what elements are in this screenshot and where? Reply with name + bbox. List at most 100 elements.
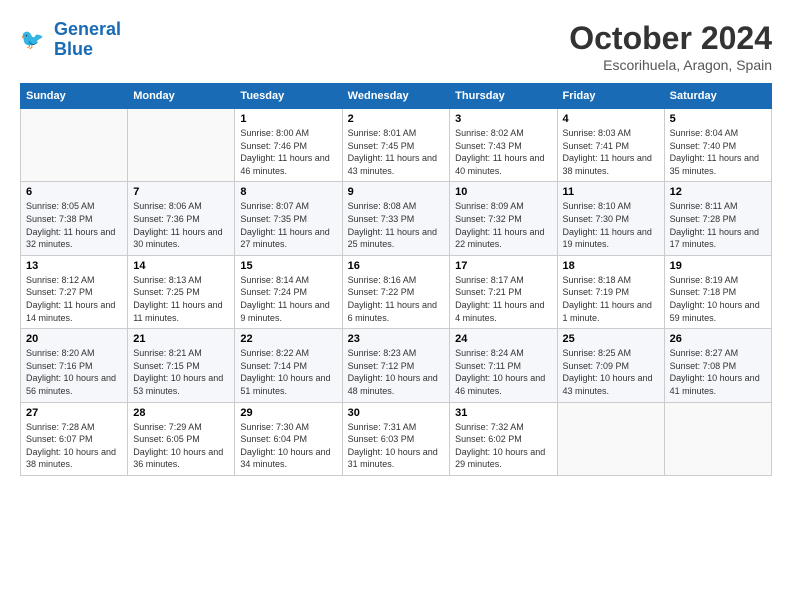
calendar-cell: 12Sunrise: 8:11 AMSunset: 7:28 PMDayligh…: [664, 182, 771, 255]
day-number: 2: [348, 113, 445, 125]
day-number: 9: [348, 186, 445, 198]
calendar-cell: 27 Sunrise: 7:28 AMSunset: 6:07 PMDayligh…: [21, 402, 128, 475]
day-info: Sunrise: 8:17 AMSunset: 7:21 PMDaylight:…: [455, 274, 551, 324]
day-header-monday: Monday: [128, 84, 235, 109]
logo: 🐦 General Blue: [20, 20, 121, 60]
day-number: 13: [26, 260, 122, 272]
day-header-friday: Friday: [557, 84, 664, 109]
day-number: 21: [133, 333, 229, 345]
month-title: October 2024: [569, 20, 772, 57]
day-number: 1: [240, 113, 336, 125]
day-info: Sunrise: 7:31 AMSunset: 6:03 PMDaylight:…: [348, 421, 445, 471]
day-info: Sunrise: 8:07 AMSunset: 7:35 PMDaylight:…: [240, 200, 336, 250]
day-info: Sunrise: 8:16 AMSunset: 7:22 PMDaylight:…: [348, 274, 445, 324]
calendar-cell: 17 Sunrise: 8:17 AMSunset: 7:21 PMDayligh…: [450, 255, 557, 328]
day-header-wednesday: Wednesday: [342, 84, 450, 109]
calendar-header-row: SundayMondayTuesdayWednesdayThursdayFrid…: [21, 84, 772, 109]
day-number: 4: [563, 113, 659, 125]
calendar-cell: 28Sunrise: 7:29 AMSunset: 6:05 PMDayligh…: [128, 402, 235, 475]
calendar-cell: 22 Sunrise: 8:22 AMSunset: 7:14 PMDayligh…: [235, 329, 342, 402]
day-header-tuesday: Tuesday: [235, 84, 342, 109]
day-number: 23: [348, 333, 445, 345]
calendar-cell: 7Sunrise: 8:06 AMSunset: 7:36 PMDaylight…: [128, 182, 235, 255]
day-header-saturday: Saturday: [664, 84, 771, 109]
day-info: Sunrise: 8:00 AMSunset: 7:46 PMDaylight:…: [240, 127, 336, 177]
calendar-cell: 15 Sunrise: 8:14 AMSunset: 7:24 PMDayligh…: [235, 255, 342, 328]
day-info: Sunrise: 8:21 AMSunset: 7:15 PMDaylight:…: [133, 347, 229, 397]
calendar-cell: 29 Sunrise: 7:30 AMSunset: 6:04 PMDayligh…: [235, 402, 342, 475]
day-number: 26: [670, 333, 766, 345]
day-number: 18: [563, 260, 659, 272]
calendar-week-row: 1 Sunrise: 8:00 AMSunset: 7:46 PMDaylight…: [21, 109, 772, 182]
calendar-cell: 6Sunrise: 8:05 AMSunset: 7:38 PMDaylight…: [21, 182, 128, 255]
day-number: 27: [26, 407, 122, 419]
day-info: Sunrise: 8:22 AMSunset: 7:14 PMDaylight:…: [240, 347, 336, 397]
day-info: Sunrise: 8:13 AMSunset: 7:25 PMDaylight:…: [133, 274, 229, 324]
logo-text: General Blue: [54, 20, 121, 60]
calendar-cell: 30 Sunrise: 7:31 AMSunset: 6:03 PMDayligh…: [342, 402, 450, 475]
day-info: Sunrise: 8:20 AMSunset: 7:16 PMDaylight:…: [26, 347, 122, 397]
day-number: 5: [670, 113, 766, 125]
calendar-cell: 26Sunrise: 8:27 AMSunset: 7:08 PMDayligh…: [664, 329, 771, 402]
day-number: 29: [240, 407, 336, 419]
day-number: 10: [455, 186, 551, 198]
calendar-cell: 3Sunrise: 8:02 AMSunset: 7:43 PMDaylight…: [450, 109, 557, 182]
day-number: 22: [240, 333, 336, 345]
day-number: 30: [348, 407, 445, 419]
day-header-thursday: Thursday: [450, 84, 557, 109]
day-info: Sunrise: 8:24 AMSunset: 7:11 PMDaylight:…: [455, 347, 551, 397]
day-number: 3: [455, 113, 551, 125]
day-info: Sunrise: 8:14 AMSunset: 7:24 PMDaylight:…: [240, 274, 336, 324]
calendar-cell: 9 Sunrise: 8:08 AMSunset: 7:33 PMDaylight…: [342, 182, 450, 255]
calendar-cell: [128, 109, 235, 182]
day-info: Sunrise: 8:08 AMSunset: 7:33 PMDaylight:…: [348, 200, 445, 250]
calendar-cell: [664, 402, 771, 475]
day-number: 11: [563, 186, 659, 198]
day-info: Sunrise: 8:25 AMSunset: 7:09 PMDaylight:…: [563, 347, 659, 397]
calendar-week-row: 6Sunrise: 8:05 AMSunset: 7:38 PMDaylight…: [21, 182, 772, 255]
day-number: 19: [670, 260, 766, 272]
day-number: 14: [133, 260, 229, 272]
location-subtitle: Escorihuela, Aragon, Spain: [569, 57, 772, 73]
day-info: Sunrise: 7:32 AMSunset: 6:02 PMDaylight:…: [455, 421, 551, 471]
svg-text:🐦: 🐦: [20, 29, 44, 51]
calendar-cell: 25Sunrise: 8:25 AMSunset: 7:09 PMDayligh…: [557, 329, 664, 402]
day-number: 24: [455, 333, 551, 345]
calendar-week-row: 20 Sunrise: 8:20 AMSunset: 7:16 PMDayligh…: [21, 329, 772, 402]
calendar-cell: 19Sunrise: 8:19 AMSunset: 7:18 PMDayligh…: [664, 255, 771, 328]
calendar-cell: 21 Sunrise: 8:21 AMSunset: 7:15 PMDayligh…: [128, 329, 235, 402]
calendar-cell: [21, 109, 128, 182]
day-info: Sunrise: 8:04 AMSunset: 7:40 PMDaylight:…: [670, 127, 766, 177]
logo-icon: 🐦: [20, 25, 50, 55]
calendar-cell: 24 Sunrise: 8:24 AMSunset: 7:11 PMDayligh…: [450, 329, 557, 402]
calendar-cell: 10Sunrise: 8:09 AMSunset: 7:32 PMDayligh…: [450, 182, 557, 255]
calendar-cell: 16 Sunrise: 8:16 AMSunset: 7:22 PMDayligh…: [342, 255, 450, 328]
day-info: Sunrise: 7:30 AMSunset: 6:04 PMDaylight:…: [240, 421, 336, 471]
calendar-week-row: 13 Sunrise: 8:12 AMSunset: 7:27 PMDayligh…: [21, 255, 772, 328]
day-info: Sunrise: 8:05 AMSunset: 7:38 PMDaylight:…: [26, 200, 122, 250]
day-number: 8: [240, 186, 336, 198]
calendar-cell: 14 Sunrise: 8:13 AMSunset: 7:25 PMDayligh…: [128, 255, 235, 328]
day-number: 20: [26, 333, 122, 345]
day-number: 15: [240, 260, 336, 272]
calendar-cell: 1 Sunrise: 8:00 AMSunset: 7:46 PMDaylight…: [235, 109, 342, 182]
calendar-cell: 11 Sunrise: 8:10 AMSunset: 7:30 PMDayligh…: [557, 182, 664, 255]
day-number: 16: [348, 260, 445, 272]
day-info: Sunrise: 7:29 AMSunset: 6:05 PMDaylight:…: [133, 421, 229, 471]
day-info: Sunrise: 7:28 AMSunset: 6:07 PMDaylight:…: [26, 421, 122, 471]
calendar-week-row: 27 Sunrise: 7:28 AMSunset: 6:07 PMDayligh…: [21, 402, 772, 475]
day-number: 17: [455, 260, 551, 272]
page-header: 🐦 General Blue October 2024 Escorihuela,…: [20, 20, 772, 73]
calendar-cell: 13 Sunrise: 8:12 AMSunset: 7:27 PMDayligh…: [21, 255, 128, 328]
day-info: Sunrise: 8:10 AMSunset: 7:30 PMDaylight:…: [563, 200, 659, 250]
calendar-cell: [557, 402, 664, 475]
day-header-sunday: Sunday: [21, 84, 128, 109]
calendar-cell: 8 Sunrise: 8:07 AMSunset: 7:35 PMDaylight…: [235, 182, 342, 255]
title-block: October 2024 Escorihuela, Aragon, Spain: [569, 20, 772, 73]
day-info: Sunrise: 8:12 AMSunset: 7:27 PMDaylight:…: [26, 274, 122, 324]
calendar-body: 1 Sunrise: 8:00 AMSunset: 7:46 PMDaylight…: [21, 109, 772, 476]
calendar-cell: 20 Sunrise: 8:20 AMSunset: 7:16 PMDayligh…: [21, 329, 128, 402]
calendar-cell: 18Sunrise: 8:18 AMSunset: 7:19 PMDayligh…: [557, 255, 664, 328]
day-info: Sunrise: 8:03 AMSunset: 7:41 PMDaylight:…: [563, 127, 659, 177]
calendar-cell: 31Sunrise: 7:32 AMSunset: 6:02 PMDayligh…: [450, 402, 557, 475]
